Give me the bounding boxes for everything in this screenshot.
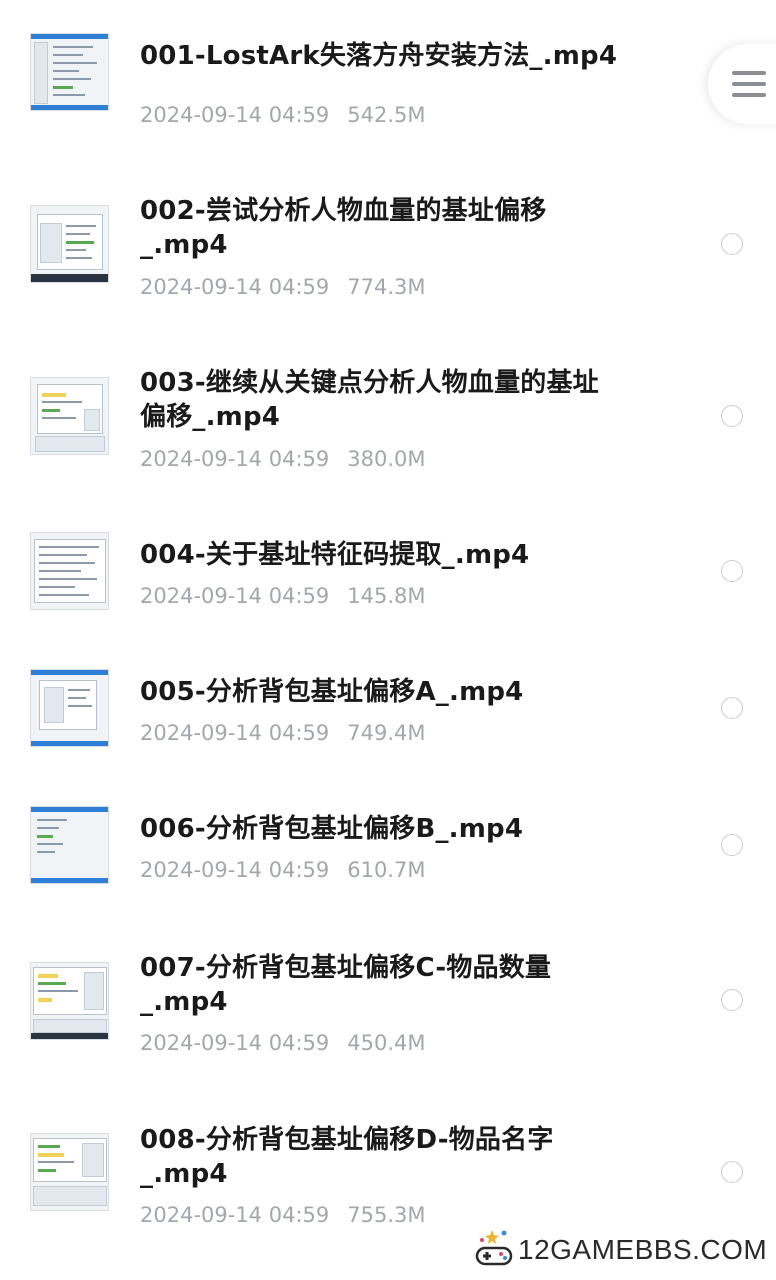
file-size: 542.5M: [347, 103, 426, 127]
watermark-text: 12GAMEBBS.COM: [518, 1234, 768, 1265]
file-meta: 2024-09-14 04:59 542.5M: [140, 102, 426, 128]
file-size: 145.8M: [347, 584, 426, 608]
file-name: 002-尝试分析人物血量的基址偏移 _.mp4: [140, 196, 547, 260]
file-row[interactable]: 001-LostArk失落方舟安装方法_.mp4 2024-09-14 04:5…: [0, 0, 776, 160]
file-name: 004-关于基址特征码提取_.mp4: [140, 540, 530, 570]
file-name: 008-分析背包基址偏移D-物品名字 _.mp4: [140, 1125, 554, 1189]
file-meta: 2024-09-14 04:59 749.4M: [140, 720, 426, 746]
file-date: 2024-09-14 04:59: [140, 858, 330, 882]
file-row[interactable]: 006-分析背包基址偏移B_.mp4 2024-09-14 04:59 610.7…: [0, 798, 776, 918]
file-meta: 2024-09-14 04:59 774.3M: [140, 274, 426, 300]
video-thumbnail: [30, 962, 109, 1040]
video-thumbnail: [30, 1133, 109, 1211]
file-name: 007-分析背包基址偏移C-物品数量 _.mp4: [140, 953, 552, 1017]
video-thumbnail: [30, 377, 109, 455]
file-list-screen: 001-LostArk失落方舟安装方法_.mp4 2024-09-14 04:5…: [0, 0, 776, 1280]
file-size: 749.4M: [347, 721, 426, 745]
file-meta: 2024-09-14 04:59 610.7M: [140, 857, 426, 883]
radio-circle-icon[interactable]: [721, 834, 743, 856]
video-thumbnail: [30, 532, 109, 610]
file-date: 2024-09-14 04:59: [140, 721, 330, 745]
file-row[interactable]: 003-继续从关键点分析人物血量的基址 偏移_.mp4 2024-09-14 0…: [0, 352, 776, 502]
file-meta: 2024-09-14 04:59 755.3M: [140, 1202, 426, 1228]
file-date: 2024-09-14 04:59: [140, 103, 330, 127]
file-size: 755.3M: [347, 1203, 426, 1227]
file-date: 2024-09-14 04:59: [140, 1031, 330, 1055]
file-size: 774.3M: [347, 275, 426, 299]
radio-circle-icon[interactable]: [721, 697, 743, 719]
file-size: 450.4M: [347, 1031, 426, 1055]
file-size: 610.7M: [347, 858, 426, 882]
file-row[interactable]: 007-分析背包基址偏移C-物品数量 _.mp4 2024-09-14 04:5…: [0, 935, 776, 1085]
video-thumbnail: [30, 33, 109, 111]
file-meta: 2024-09-14 04:59 450.4M: [140, 1030, 426, 1056]
radio-circle-icon[interactable]: [721, 233, 743, 255]
file-row[interactable]: 004-关于基址特征码提取_.mp4 2024-09-14 04:59 145.8…: [0, 524, 776, 644]
video-thumbnail: [30, 806, 109, 884]
file-date: 2024-09-14 04:59: [140, 584, 330, 608]
file-meta: 2024-09-14 04:59 380.0M: [140, 446, 426, 472]
file-name: 006-分析背包基址偏移B_.mp4: [140, 814, 524, 844]
file-date: 2024-09-14 04:59: [140, 275, 330, 299]
video-thumbnail: [30, 205, 109, 283]
file-name: 005-分析背包基址偏移A_.mp4: [140, 677, 524, 707]
game-controller-icon: [475, 1230, 513, 1266]
file-size: 380.0M: [347, 447, 426, 471]
file-row[interactable]: 005-分析背包基址偏移A_.mp4 2024-09-14 04:59 749.4…: [0, 661, 776, 781]
file-date: 2024-09-14 04:59: [140, 1203, 330, 1227]
radio-circle-icon[interactable]: [721, 405, 743, 427]
file-row[interactable]: 002-尝试分析人物血量的基址偏移 _.mp4 2024-09-14 04:59…: [0, 180, 776, 330]
radio-circle-icon[interactable]: [721, 989, 743, 1011]
radio-circle-icon[interactable]: [721, 560, 743, 582]
radio-circle-icon[interactable]: [721, 1161, 743, 1183]
watermark: 12GAMEBBS.COM: [472, 1226, 772, 1270]
file-name: 001-LostArk失落方舟安装方法_.mp4: [140, 41, 618, 71]
file-date: 2024-09-14 04:59: [140, 447, 330, 471]
file-name: 003-继续从关键点分析人物血量的基址 偏移_.mp4: [140, 368, 599, 432]
file-meta: 2024-09-14 04:59 145.8M: [140, 583, 426, 609]
video-thumbnail: [30, 669, 109, 747]
